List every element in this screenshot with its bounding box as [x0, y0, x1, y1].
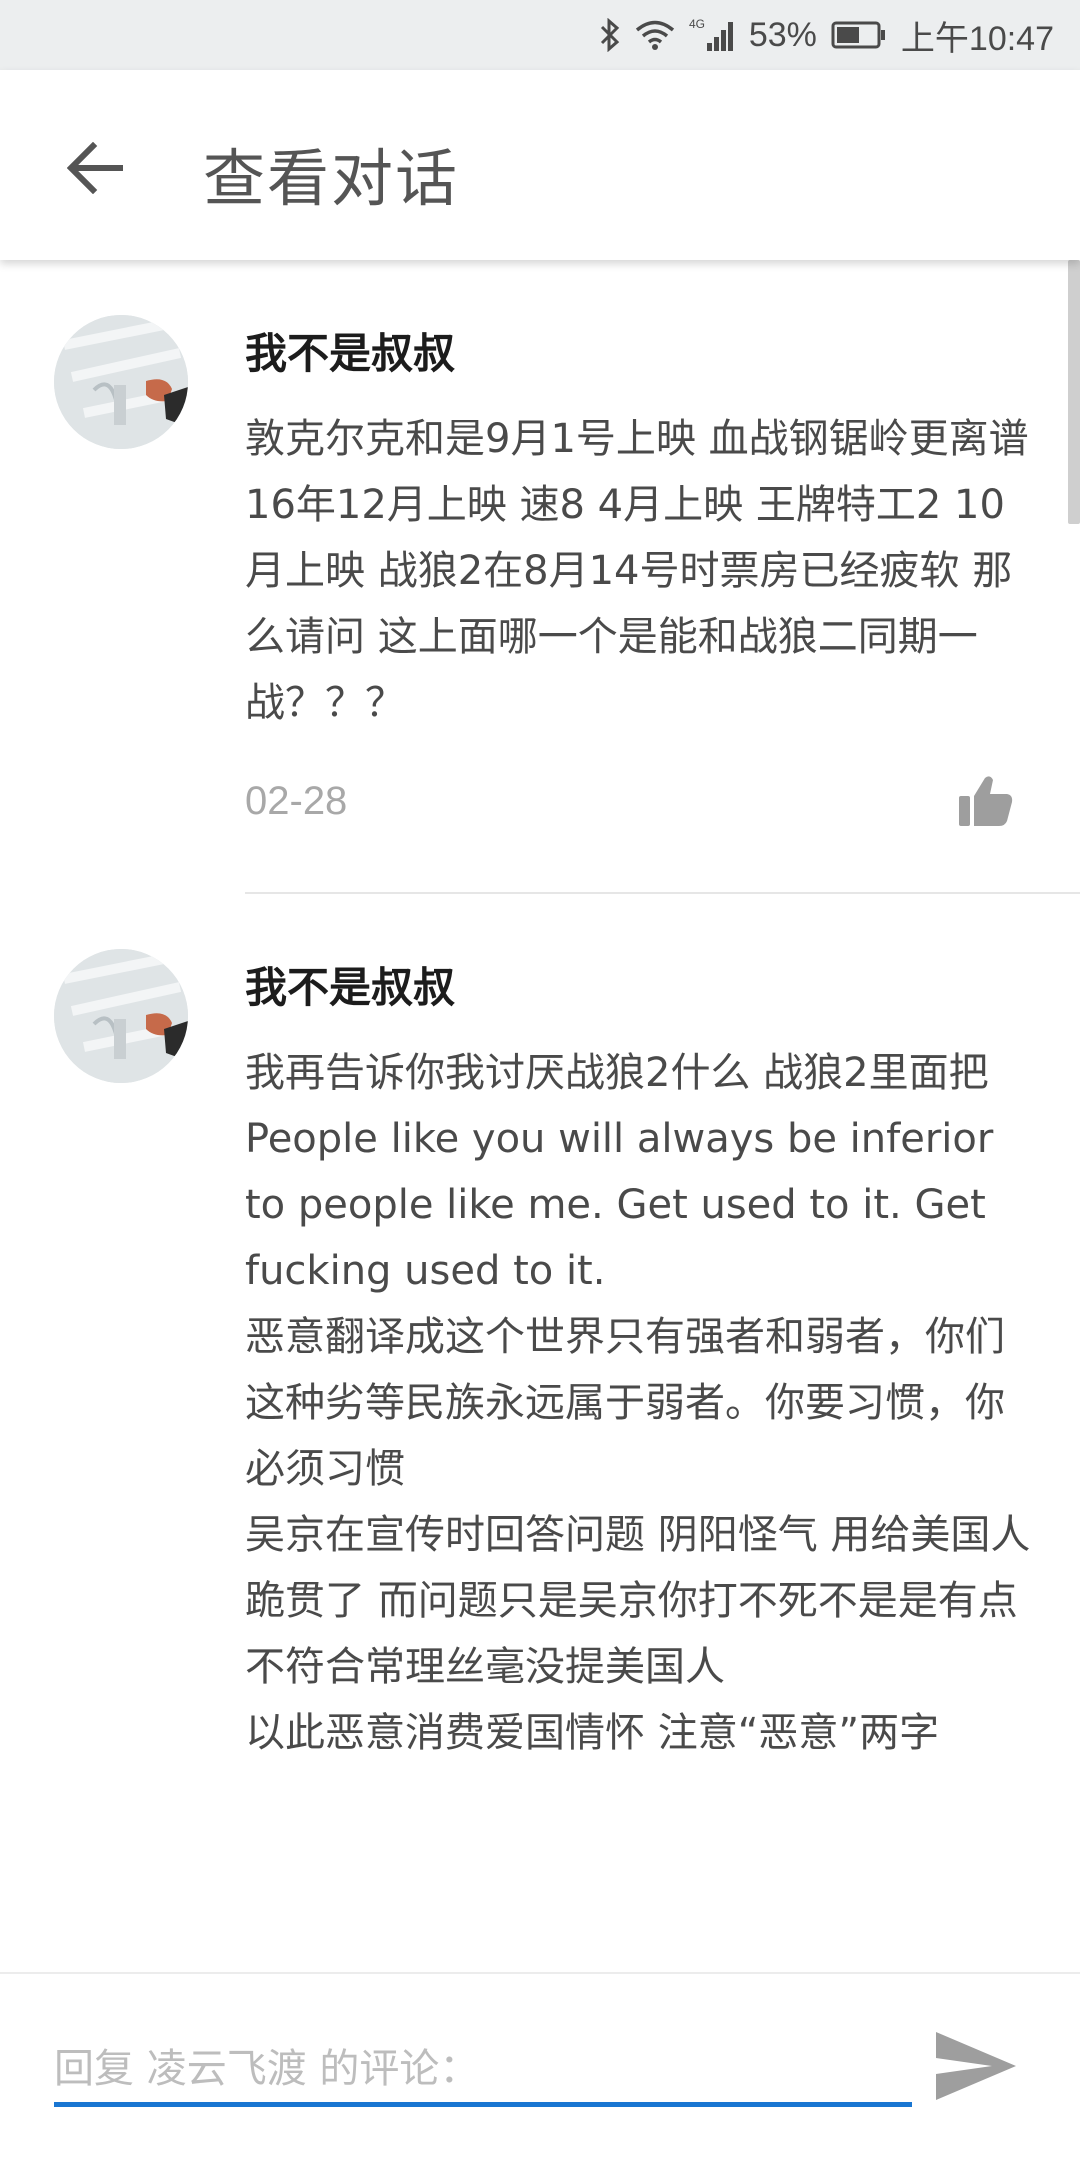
reply-bar [0, 1972, 1080, 2162]
battery-percent: 53% [748, 15, 817, 54]
reply-input-underline [54, 2102, 912, 2107]
app-bar: 查看对话 [0, 70, 1080, 260]
reply-input[interactable] [54, 2034, 909, 2104]
back-button[interactable] [60, 132, 132, 204]
like-button[interactable] [950, 766, 1020, 836]
bluetooth-icon [599, 18, 621, 52]
scrollbar[interactable] [1068, 260, 1080, 524]
network-label: 4G [689, 17, 705, 31]
battery-icon [831, 20, 887, 50]
comment-username[interactable]: 我不是叔叔 [245, 320, 455, 381]
status-bar: 4G 53% 上午10:47 [0, 0, 1080, 70]
comment-text: 我再告诉你我讨厌战狼2什么 战狼2里面把 People like you wil… [245, 1050, 1031, 1756]
send-button[interactable] [930, 2020, 1022, 2112]
avatar[interactable] [54, 949, 188, 1083]
wifi-icon [635, 19, 675, 51]
send-icon [936, 2032, 1016, 2100]
comment-date: 02-28 [245, 779, 348, 823]
comment-username[interactable]: 我不是叔叔 [245, 954, 455, 1015]
status-indicators: 4G 53% 上午10:47 [599, 0, 1054, 70]
signal-icon: 4G [689, 17, 735, 53]
arrow-left-icon [67, 142, 123, 194]
clock: 上午10:47 [900, 19, 1054, 58]
divider [245, 892, 1080, 894]
thumbs-up-icon [959, 776, 1013, 826]
avatar[interactable] [54, 315, 188, 449]
page-title: 查看对话 [203, 142, 460, 215]
comment-text: 敦克尔克和是9月1号上映 血战钢锯岭更离谱 16年12月上映 速8 4月上映 王… [245, 416, 1029, 726]
